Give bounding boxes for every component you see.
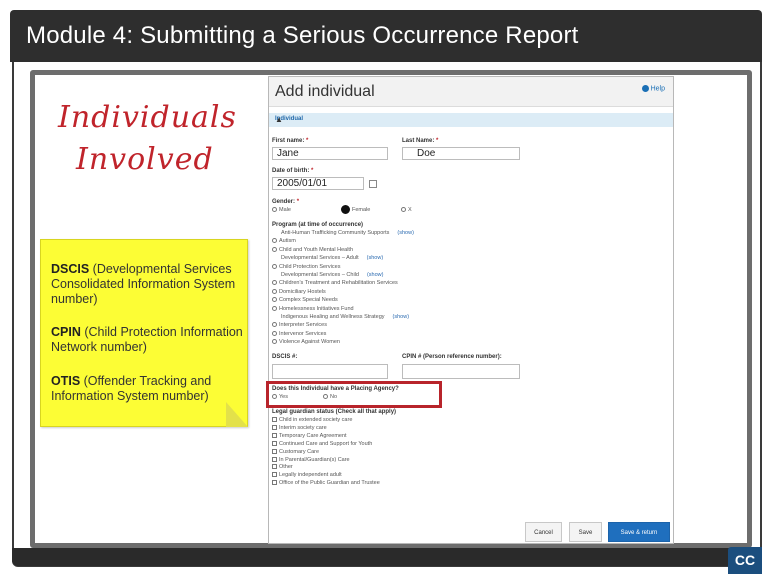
show-link[interactable]: (show) xyxy=(393,314,410,320)
closed-captions-button[interactable]: CC xyxy=(728,547,762,574)
first-name-input[interactable]: Jane xyxy=(272,147,388,160)
guardian-option[interactable]: Child in extended society care xyxy=(272,417,352,424)
gender-option-male[interactable]: Male xyxy=(272,207,291,214)
program-option[interactable]: Homelessness Initiatives Fund xyxy=(272,306,354,313)
note-item-dscis: DSCIS (Developmental Services Consolidat… xyxy=(51,262,236,306)
program-option[interactable]: Indigenous Healing and Wellness Strategy… xyxy=(281,314,409,321)
guardian-status-label: Legal guardian status (Check all that ap… xyxy=(272,409,397,415)
note-item-cpin: CPIN (Child Protection Information Netwo… xyxy=(51,325,243,354)
radio-icon xyxy=(272,305,277,311)
checkbox-icon xyxy=(272,424,277,430)
program-option[interactable]: Anti-Human Trafficking Community Support… xyxy=(281,230,414,237)
sticky-note-fold xyxy=(226,402,248,427)
save-and-return-button[interactable]: Save & return xyxy=(608,522,670,542)
help-link[interactable]: Help xyxy=(641,85,665,92)
first-name-label: First name: * xyxy=(272,138,309,144)
save-button[interactable]: Save xyxy=(569,522,602,542)
guardian-option[interactable]: Office of the Public Guardian and Truste… xyxy=(272,480,380,487)
placing-agency-highlight xyxy=(266,381,442,408)
guardian-option[interactable]: In Parental/Guardian(s) Care xyxy=(272,457,350,464)
guardian-option[interactable]: Legally independent adult xyxy=(272,472,342,479)
dob-input[interactable]: 2005/01/01 xyxy=(272,177,364,190)
program-option[interactable]: Violence Against Women xyxy=(272,339,340,346)
radio-icon xyxy=(272,330,277,336)
module-title: Module 4: Submitting a Serious Occurrenc… xyxy=(26,22,579,49)
radio-icon xyxy=(272,322,277,328)
radio-selected-icon xyxy=(341,205,350,214)
program-option[interactable]: Intervenor Services xyxy=(272,331,326,338)
cpin-input[interactable] xyxy=(402,364,520,379)
form-title: Add individual xyxy=(275,83,375,100)
chevron-up-icon[interactable]: ▲ xyxy=(275,115,657,124)
radio-icon xyxy=(272,280,277,286)
checkbox-icon xyxy=(272,464,277,470)
program-option[interactable]: Developmental Services – Adult (show) xyxy=(281,255,383,262)
checkbox-icon xyxy=(272,440,277,446)
checkbox-icon xyxy=(272,417,277,423)
radio-icon xyxy=(272,246,277,252)
program-label: Program (at time of occurrence) xyxy=(272,222,364,228)
show-link[interactable]: (show) xyxy=(397,230,414,236)
guardian-option[interactable]: Interim society care xyxy=(272,425,327,432)
program-option[interactable]: Autism xyxy=(272,238,296,245)
checkbox-icon xyxy=(272,480,277,486)
cpin-label: CPIN # (Person reference number): xyxy=(402,354,502,360)
dscis-input[interactable] xyxy=(272,364,388,379)
gender-option-x[interactable]: X xyxy=(401,207,412,214)
radio-icon xyxy=(401,207,406,213)
player-bottom-bar xyxy=(12,548,762,566)
gender-option-female[interactable]: Female xyxy=(341,205,370,214)
radio-icon xyxy=(272,238,277,244)
help-icon xyxy=(641,85,649,92)
radio-icon xyxy=(272,297,277,303)
handwritten-title-line2: Involved xyxy=(76,142,214,177)
program-option[interactable]: Child and Youth Mental Health xyxy=(272,247,353,254)
checkbox-icon xyxy=(272,472,277,478)
last-name-input[interactable]: Doe xyxy=(402,147,520,160)
gender-label: Gender: * xyxy=(272,199,300,205)
guardian-option[interactable]: Other xyxy=(272,464,293,471)
form-header: Add individual Help xyxy=(269,77,673,107)
show-link[interactable]: (show) xyxy=(367,255,384,261)
handwritten-title-line1: Individuals xyxy=(58,100,237,135)
checkbox-icon xyxy=(272,432,277,438)
dscis-label: DSCIS #: xyxy=(272,354,298,360)
guardian-option[interactable]: Temporary Care Agreement xyxy=(272,433,347,440)
calendar-icon[interactable] xyxy=(369,180,377,188)
dob-label: Date of birth: * xyxy=(272,168,314,174)
sticky-note: DSCIS (Developmental Services Consolidat… xyxy=(40,239,248,427)
checkbox-icon xyxy=(272,448,277,454)
program-option[interactable]: Complex Special Needs xyxy=(272,297,338,304)
program-option[interactable]: Domiciliary Hostels xyxy=(272,289,326,296)
guardian-option[interactable]: Customary Care xyxy=(272,449,319,456)
cancel-button[interactable]: Cancel xyxy=(525,522,562,542)
program-option[interactable]: Children's Treatment and Rehabilitation … xyxy=(272,280,398,287)
section-individual[interactable]: Individual ▲ xyxy=(269,113,673,127)
note-item-otis: OTIS (Offender Tracking and Information … xyxy=(51,374,212,403)
last-name-label: Last Name: * xyxy=(402,138,439,144)
module-title-bar: Module 4: Submitting a Serious Occurrenc… xyxy=(10,10,762,62)
program-option[interactable]: Child Protection Services xyxy=(272,264,340,271)
program-option[interactable]: Developmental Services – Child (show) xyxy=(281,272,383,279)
show-link[interactable]: (show) xyxy=(367,272,384,278)
checkbox-icon xyxy=(272,456,277,462)
add-individual-form: Add individual Help Individual ▲ First n… xyxy=(268,76,674,544)
radio-icon xyxy=(272,207,277,213)
radio-icon xyxy=(272,339,277,345)
slide: Module 4: Submitting a Serious Occurrenc… xyxy=(0,0,764,574)
program-option[interactable]: Interpreter Services xyxy=(272,322,327,329)
guardian-option[interactable]: Continued Care and Support for Youth xyxy=(272,441,372,448)
radio-icon xyxy=(272,288,277,294)
radio-icon xyxy=(272,263,277,269)
